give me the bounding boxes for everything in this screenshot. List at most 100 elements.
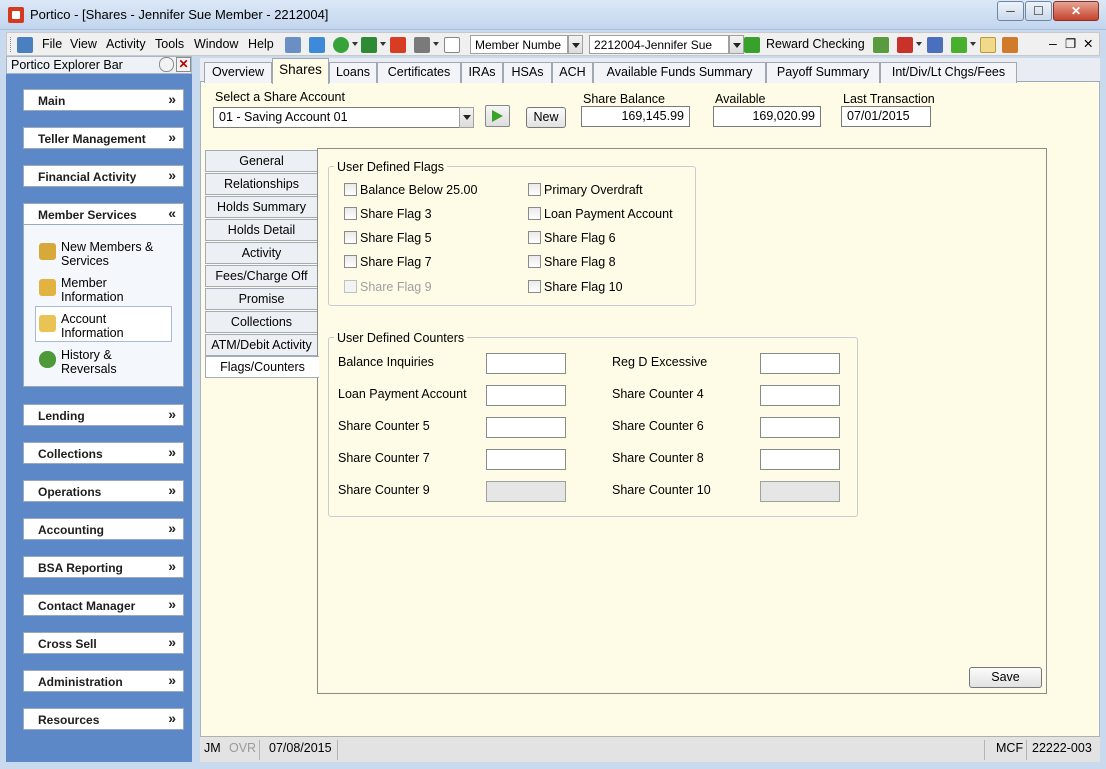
menu-help[interactable]: Help bbox=[248, 37, 274, 51]
member-lookup-type-select[interactable]: Member Numbe bbox=[470, 35, 568, 54]
counter-input-share-counter-7[interactable] bbox=[486, 449, 566, 470]
tab-certificates[interactable]: Certificates bbox=[377, 62, 461, 83]
counter-input-share-counter-5[interactable] bbox=[486, 417, 566, 438]
battery-icon[interactable] bbox=[951, 37, 967, 53]
mdi-close-button[interactable]: ✕ bbox=[1083, 36, 1093, 51]
tab-int-div-fees[interactable]: Int/Div/Lt Chgs/Fees bbox=[880, 62, 1017, 83]
go-arrow-button[interactable] bbox=[485, 105, 510, 127]
flag-checkbox-loan-payment-account[interactable] bbox=[528, 207, 541, 220]
minimize-button[interactable]: ─ bbox=[997, 1, 1024, 21]
menu-window[interactable]: Window bbox=[194, 37, 238, 51]
nav-group-resources[interactable]: Resources » bbox=[23, 708, 184, 730]
member-lookup-type-dropdown[interactable] bbox=[568, 35, 583, 54]
blank-page-icon[interactable] bbox=[444, 37, 460, 53]
pin-icon[interactable] bbox=[159, 57, 174, 72]
save-button[interactable]: Save bbox=[969, 667, 1042, 688]
subtab-holds-detail[interactable]: Holds Detail bbox=[205, 219, 318, 241]
counter-input-share-counter-8[interactable] bbox=[760, 449, 840, 470]
share-account-select[interactable]: 01 - Saving Account 01 bbox=[213, 107, 460, 128]
subtab-flags-counters[interactable]: Flags/Counters bbox=[205, 356, 319, 378]
subtab-holds-summary[interactable]: Holds Summary bbox=[205, 196, 318, 218]
nav-group-bsa-reporting[interactable]: BSA Reporting » bbox=[23, 556, 184, 578]
mail-icon[interactable] bbox=[980, 37, 996, 53]
member-lookup-value-select[interactable]: 2212004-Jennifer Sue bbox=[589, 35, 729, 54]
menu-tools[interactable]: Tools bbox=[155, 37, 184, 51]
dollar-icon[interactable] bbox=[333, 37, 349, 53]
maximize-button[interactable]: ☐ bbox=[1025, 1, 1052, 21]
flag-checkbox-primary-overdraft[interactable] bbox=[528, 183, 541, 196]
tab-ach[interactable]: ACH bbox=[552, 62, 593, 83]
flag-checkbox-share-flag-8[interactable] bbox=[528, 255, 541, 268]
cash-drawer-icon[interactable] bbox=[361, 37, 377, 53]
nav-group-financial-activity[interactable]: Financial Activity » bbox=[23, 165, 184, 187]
nav-item-member-information[interactable]: Member Information bbox=[61, 276, 196, 304]
nav-item-history-reversals[interactable]: History & Reversals bbox=[61, 348, 196, 376]
reward-checking-link[interactable]: Reward Checking bbox=[766, 37, 865, 51]
tab-payoff-summary[interactable]: Payoff Summary bbox=[766, 62, 880, 83]
battery-dropdown-icon[interactable] bbox=[970, 42, 976, 46]
nav-group-administration[interactable]: Administration » bbox=[23, 670, 184, 692]
chart-icon[interactable] bbox=[927, 37, 943, 53]
flag-checkbox-balance-below[interactable] bbox=[344, 183, 357, 196]
printer-dropdown-icon[interactable] bbox=[433, 42, 439, 46]
alert-icon[interactable] bbox=[897, 37, 913, 53]
subtab-relationships[interactable]: Relationships bbox=[205, 173, 318, 195]
printer-icon[interactable] bbox=[414, 37, 430, 53]
nav-group-collections[interactable]: Collections » bbox=[23, 442, 184, 464]
nav-group-member-services[interactable]: Member Services « bbox=[23, 203, 184, 225]
subtab-promise[interactable]: Promise bbox=[205, 288, 318, 310]
nav-group-operations[interactable]: Operations » bbox=[23, 480, 184, 502]
explorer-close-button[interactable]: ✕ bbox=[176, 57, 191, 72]
tab-available-funds-summary[interactable]: Available Funds Summary bbox=[593, 62, 766, 83]
flag-checkbox-share-flag-5[interactable] bbox=[344, 231, 357, 244]
flag-checkbox-share-flag-7[interactable] bbox=[344, 255, 357, 268]
redo-arrow-icon[interactable] bbox=[390, 37, 406, 53]
tab-shares[interactable]: Shares bbox=[272, 58, 329, 84]
tab-hsas[interactable]: HSAs bbox=[503, 62, 552, 83]
subtab-atm-debit-activity[interactable]: ATM/Debit Activity bbox=[205, 334, 318, 356]
nav-group-teller-management[interactable]: Teller Management » bbox=[23, 127, 184, 149]
nav-item-new-members[interactable]: New Members & Services bbox=[61, 240, 196, 268]
nav-group-accounting[interactable]: Accounting » bbox=[23, 518, 184, 540]
tag-icon[interactable] bbox=[309, 37, 325, 53]
alert-dropdown-icon[interactable] bbox=[916, 42, 922, 46]
close-button[interactable]: ✕ bbox=[1053, 1, 1099, 21]
menu-file[interactable]: File bbox=[42, 37, 62, 51]
nav-group-lending[interactable]: Lending » bbox=[23, 404, 184, 426]
share-account-dropdown[interactable] bbox=[459, 107, 474, 128]
mdi-minimize-button[interactable]: – bbox=[1049, 35, 1057, 51]
subtab-collections[interactable]: Collections bbox=[205, 311, 318, 333]
subtab-fees-charge-off[interactable]: Fees/Charge Off bbox=[205, 265, 318, 287]
briefcase-icon[interactable] bbox=[1002, 37, 1018, 53]
toolbar-grip[interactable] bbox=[10, 37, 13, 52]
new-account-button[interactable]: New bbox=[526, 107, 566, 128]
menu-view[interactable]: View bbox=[70, 37, 97, 51]
tab-iras[interactable]: IRAs bbox=[461, 62, 503, 83]
nav-group-main[interactable]: Main » bbox=[23, 89, 184, 111]
flag-checkbox-share-flag-10[interactable] bbox=[528, 280, 541, 293]
dollar-dropdown-icon[interactable] bbox=[352, 42, 358, 46]
people-icon[interactable] bbox=[873, 37, 889, 53]
counter-input-share-counter-4[interactable] bbox=[760, 385, 840, 406]
menu-activity[interactable]: Activity bbox=[106, 37, 146, 51]
title-bar[interactable]: Portico - [Shares - Jennifer Sue Member … bbox=[0, 0, 1106, 30]
forward-arrow-icon[interactable] bbox=[744, 37, 760, 53]
member-lookup-value-dropdown[interactable] bbox=[729, 35, 744, 54]
flag-checkbox-share-flag-3[interactable] bbox=[344, 207, 357, 220]
counter-input-loan-payment-account[interactable] bbox=[486, 385, 566, 406]
document-icon[interactable] bbox=[17, 37, 33, 53]
subtab-activity[interactable]: Activity bbox=[205, 242, 318, 264]
counter-input-share-counter-6[interactable] bbox=[760, 417, 840, 438]
tab-loans[interactable]: Loans bbox=[329, 62, 377, 83]
counter-input-reg-d-excessive[interactable] bbox=[760, 353, 840, 374]
counter-input-balance-inquiries[interactable] bbox=[486, 353, 566, 374]
members-icon[interactable] bbox=[285, 37, 301, 53]
tab-overview[interactable]: Overview bbox=[204, 62, 272, 83]
nav-group-cross-sell[interactable]: Cross Sell » bbox=[23, 632, 184, 654]
nav-group-contact-manager[interactable]: Contact Manager » bbox=[23, 594, 184, 616]
flag-checkbox-share-flag-6[interactable] bbox=[528, 231, 541, 244]
subtab-general[interactable]: General bbox=[205, 150, 318, 172]
cash-dropdown-icon[interactable] bbox=[380, 42, 386, 46]
mdi-restore-button[interactable]: ❐ bbox=[1065, 36, 1076, 51]
nav-item-account-information[interactable]: Account Information bbox=[61, 312, 196, 340]
